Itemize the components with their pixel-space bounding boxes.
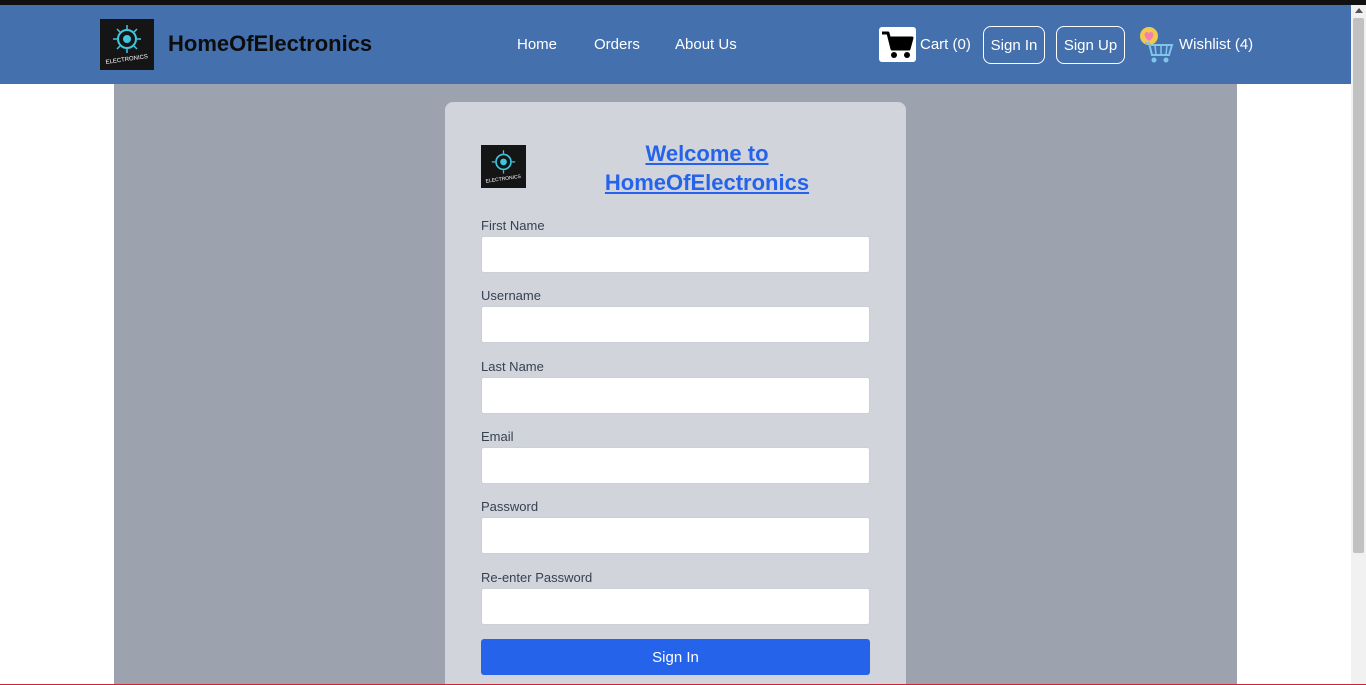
brand-name[interactable]: HomeOfElectronics: [168, 31, 372, 57]
wishlist-cart-heart-icon[interactable]: [1137, 25, 1177, 65]
sign-in-button[interactable]: Sign In: [983, 26, 1045, 64]
signup-card: ELECTRONICS Welcome to HomeOfElectronics…: [445, 102, 906, 685]
welcome-title-link[interactable]: Welcome to HomeOfElectronics: [565, 139, 849, 197]
wishlist-link[interactable]: Wishlist (4): [1179, 36, 1253, 53]
password-field[interactable]: [481, 517, 870, 554]
navbar: ELECTRONICS HomeOfElectronics Home Order…: [0, 5, 1351, 84]
password-label: Password: [481, 499, 539, 514]
brand-logo[interactable]: ELECTRONICS: [100, 19, 154, 70]
email-field[interactable]: [481, 447, 870, 484]
first-name-label: First Name: [481, 218, 545, 233]
last-name-label: Last Name: [481, 359, 544, 374]
submit-sign-in-button[interactable]: Sign In: [481, 639, 870, 675]
electronics-logo-icon: ELECTRONICS: [100, 19, 154, 70]
sign-up-button[interactable]: Sign Up: [1056, 26, 1125, 64]
email-label: Email: [481, 429, 514, 444]
last-name-field[interactable]: [481, 377, 870, 414]
card-logo: ELECTRONICS: [481, 145, 526, 188]
scrollbar-thumb[interactable]: [1353, 18, 1364, 553]
cart-icon[interactable]: [879, 27, 916, 62]
vertical-scrollbar[interactable]: [1351, 5, 1366, 685]
first-name-field[interactable]: [481, 236, 870, 273]
reenter-password-field[interactable]: [481, 588, 870, 625]
username-field[interactable]: [481, 306, 870, 343]
cart-link[interactable]: Cart (0): [920, 36, 971, 53]
username-label: Username: [481, 288, 541, 303]
nav-home-link[interactable]: Home: [517, 36, 557, 53]
scroll-up-arrow-icon[interactable]: [1355, 8, 1363, 13]
nav-orders-link[interactable]: Orders: [594, 36, 640, 53]
reenter-password-label: Re-enter Password: [481, 570, 593, 585]
nav-about-link[interactable]: About Us: [675, 36, 737, 53]
electronics-logo-icon: ELECTRONICS: [481, 145, 526, 188]
